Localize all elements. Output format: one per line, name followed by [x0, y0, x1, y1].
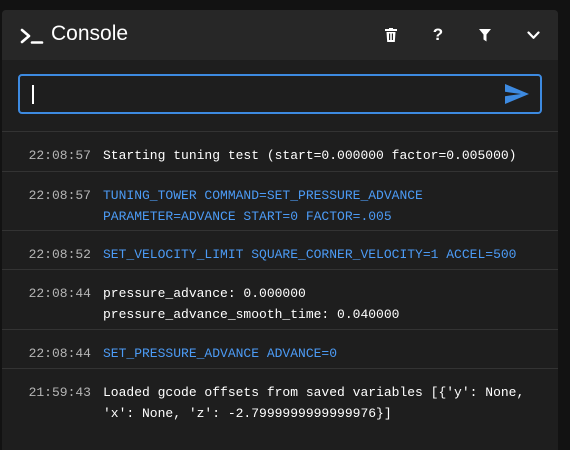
log-timestamp: 21:59:43	[28, 385, 91, 400]
help-button[interactable]: ?	[426, 23, 450, 47]
command-input-group	[18, 74, 542, 114]
log-timestamp: 22:08:57	[28, 148, 91, 163]
log-timestamp: 22:08:52	[28, 247, 91, 262]
trash-icon	[385, 28, 397, 42]
log-entry: 21:59:43 Loaded gcode offsets from saved…	[2, 368, 558, 428]
log-message: Starting tuning test (start=0.000000 fac…	[103, 148, 517, 163]
clear-console-button[interactable]	[379, 23, 403, 47]
log-entry: 22:08:57 Starting tuning test (start=0.0…	[2, 131, 558, 171]
chevron-down-icon	[526, 30, 540, 39]
collapse-button[interactable]	[521, 23, 545, 47]
log-command[interactable]: TUNING_TOWER COMMAND=SET_PRESSURE_ADVANC…	[103, 185, 543, 230]
console-log: 22:08:57 Starting tuning test (start=0.0…	[2, 131, 558, 428]
log-timestamp: 22:08:44	[28, 286, 91, 301]
terminal-icon	[20, 28, 44, 44]
help-icon: ?	[432, 25, 444, 44]
send-icon[interactable]	[504, 83, 530, 105]
filter-icon	[479, 28, 491, 41]
log-entry: 22:08:52 SET_VELOCITY_LIMIT SQUARE_CORNE…	[2, 230, 558, 269]
log-message: pressure_advance: 0.000000 pressure_adva…	[103, 286, 400, 322]
log-command[interactable]: SET_VELOCITY_LIMIT SQUARE_CORNER_VELOCIT…	[103, 244, 543, 269]
log-timestamp: 22:08:44	[28, 346, 91, 361]
filter-button[interactable]	[473, 23, 497, 47]
page-title: Console	[51, 22, 129, 45]
log-command[interactable]: SET_PRESSURE_ADVANCE ADVANCE=0	[103, 343, 543, 368]
log-entry: 22:08:44 SET_PRESSURE_ADVANCE ADVANCE=0	[2, 329, 558, 368]
log-timestamp: 22:08:57	[28, 188, 91, 203]
text-cursor	[32, 85, 34, 104]
console-header: Console ?	[2, 10, 558, 60]
console-panel: Console ? 22:08:57 Starting tuning test …	[2, 10, 558, 450]
log-entry: 22:08:57 TUNING_TOWER COMMAND=SET_PRESSU…	[2, 171, 558, 230]
log-message: Loaded gcode offsets from saved variable…	[103, 385, 525, 421]
log-entry: 22:08:44 pressure_advance: 0.000000 pres…	[2, 269, 558, 329]
command-input[interactable]	[18, 74, 542, 114]
